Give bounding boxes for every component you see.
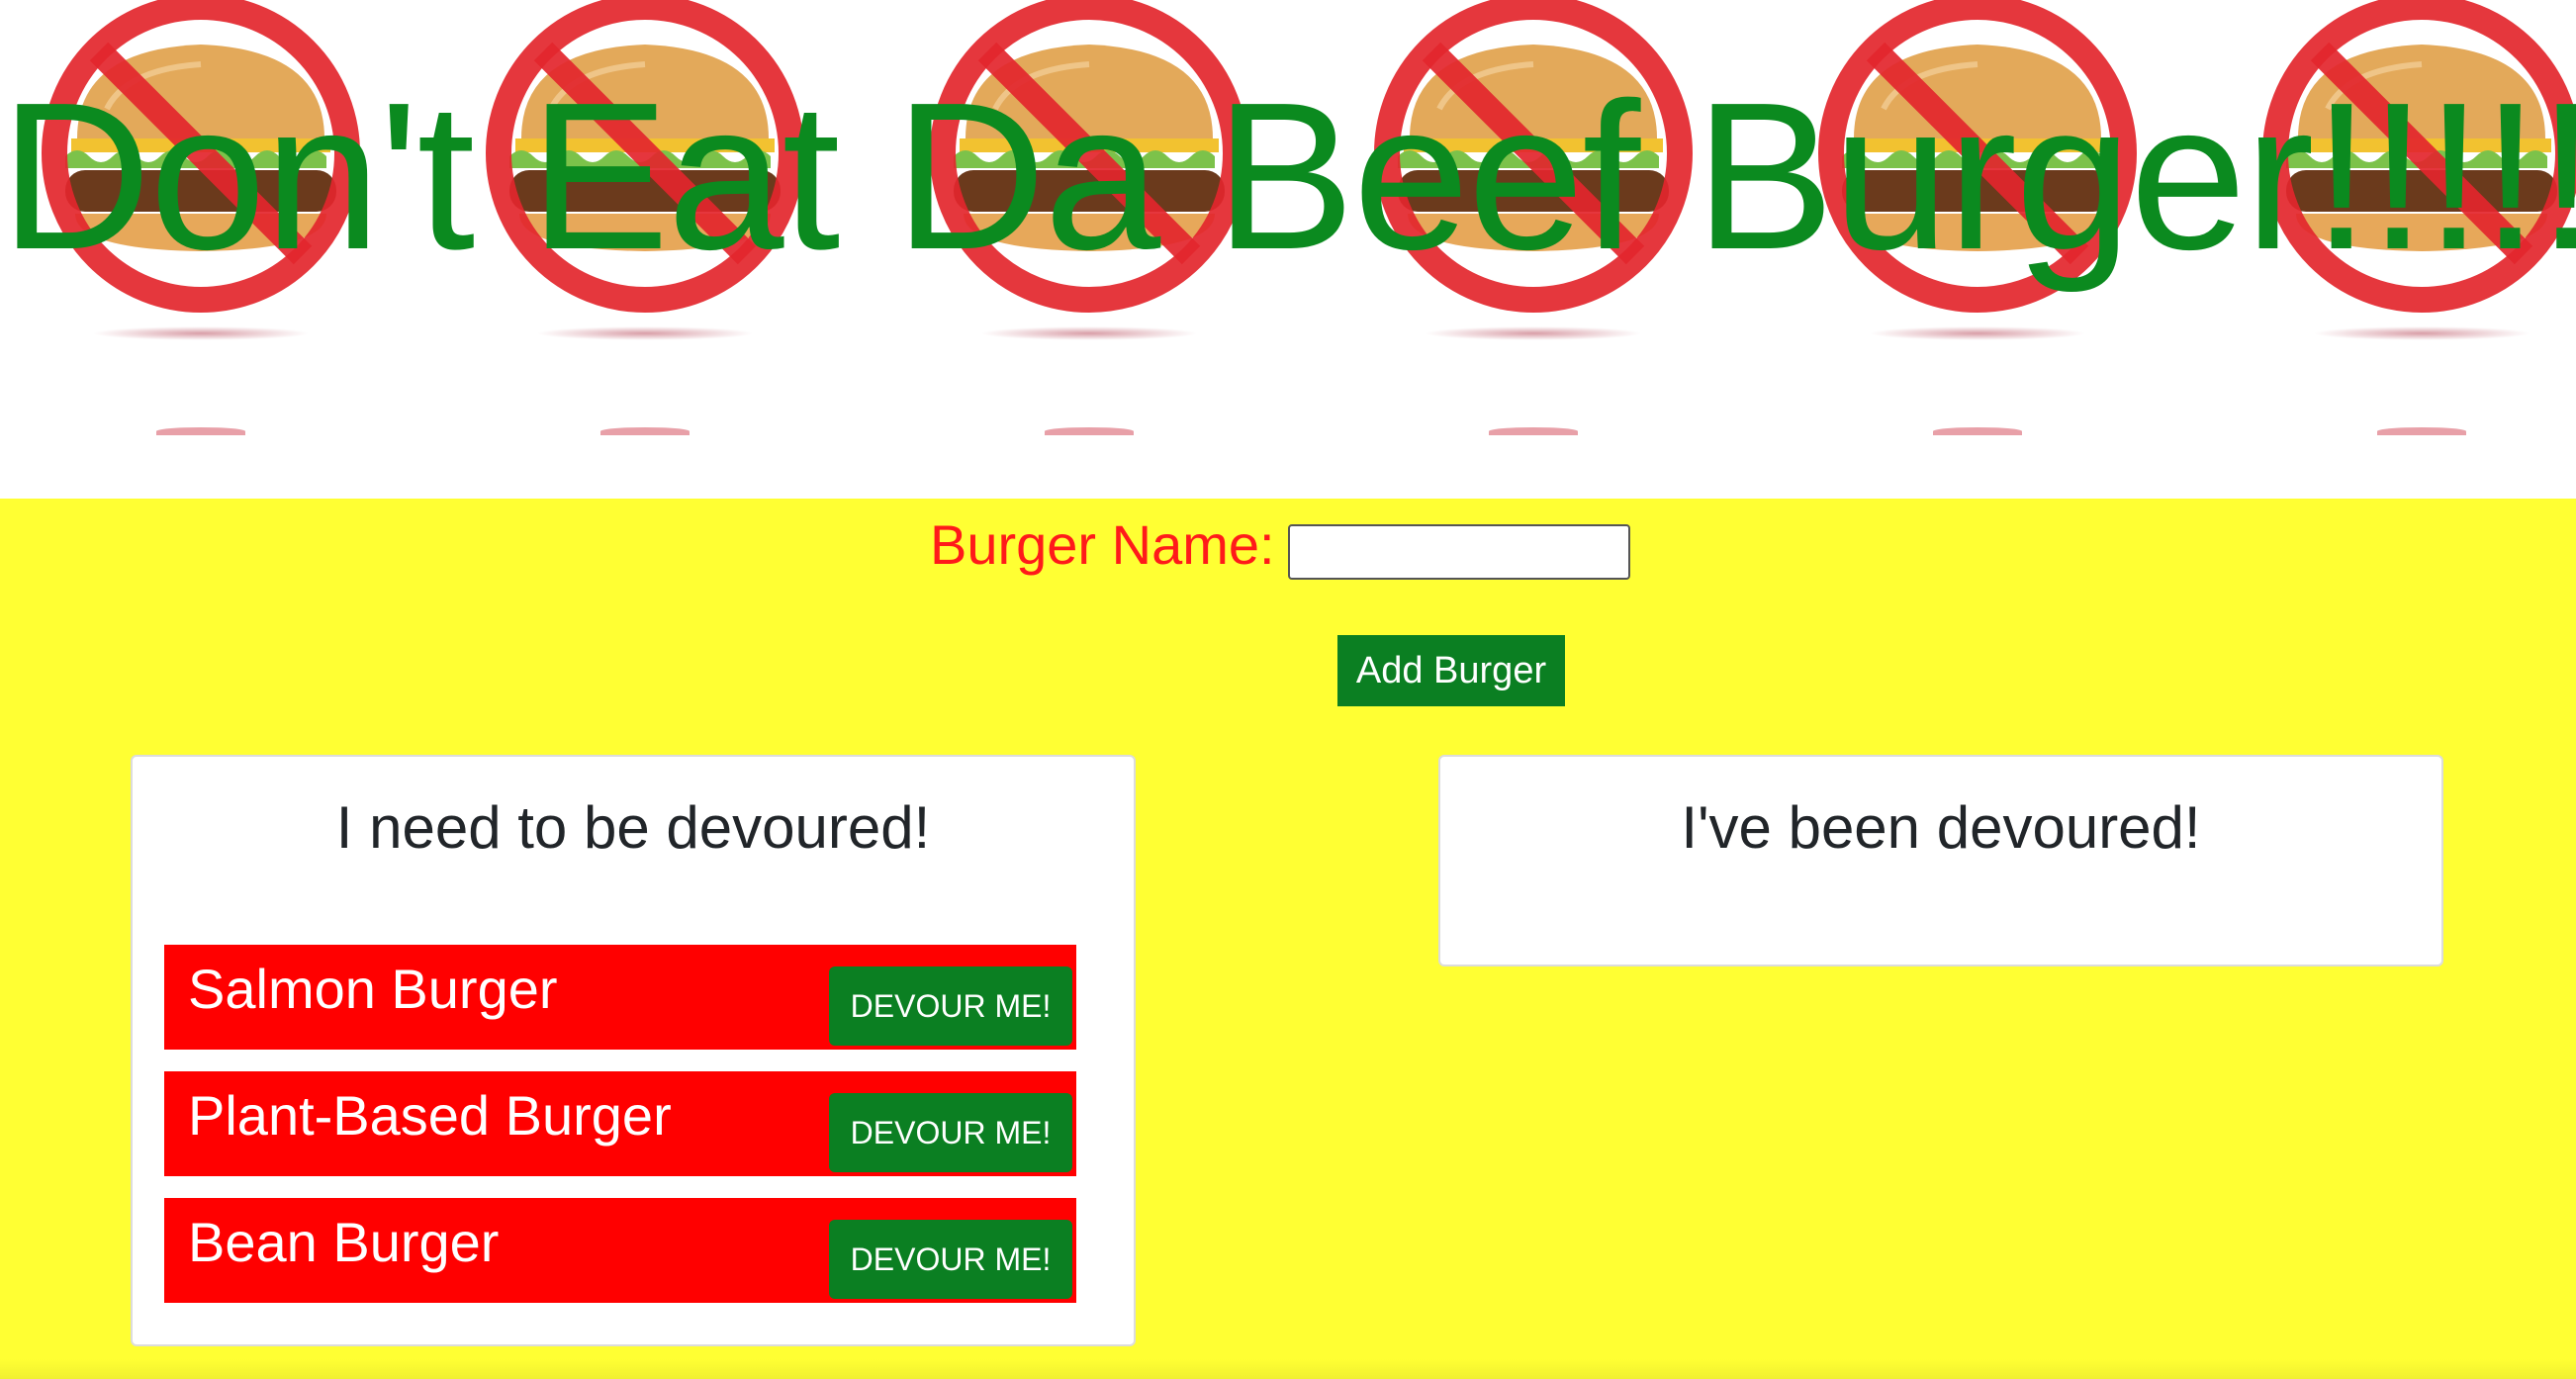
page-title: Don't Eat Da Beef Burger!!!!!! — [0, 58, 2576, 293]
burger-name-input[interactable] — [1288, 524, 1630, 580]
icon-shadow — [1489, 427, 1578, 435]
to-devour-heading: I need to be devoured! — [335, 794, 931, 861]
to-devour-list: Salmon Burger DEVOUR ME! Plant-Based Bur… — [164, 945, 1076, 1325]
devoured-card: I've been devoured! — [1438, 755, 2443, 966]
icon-shadow — [1869, 326, 2086, 340]
icon-shadow — [536, 326, 754, 340]
to-devour-card: I need to be devoured! Salmon Burger DEV… — [131, 755, 1136, 1346]
burger-form: Burger Name: — [0, 512, 2576, 584]
page-bottom-shade — [0, 1359, 2576, 1379]
icon-shadow — [92, 326, 310, 340]
devoured-heading: I've been devoured! — [1681, 794, 2201, 861]
icon-shadow — [1045, 427, 1134, 435]
icon-shadow — [156, 427, 245, 435]
devour-button[interactable]: DEVOUR ME! — [829, 1093, 1072, 1172]
burger-list-item: Salmon Burger DEVOUR ME! — [164, 945, 1076, 1050]
burger-list-item: Plant-Based Burger DEVOUR ME! — [164, 1071, 1076, 1176]
header-banner: Don't Eat Da Beef Burger!!!!!! — [0, 0, 2576, 499]
burger-list-item: Bean Burger DEVOUR ME! — [164, 1198, 1076, 1303]
icon-shadow — [2377, 427, 2466, 435]
burger-name: Plant-Based Burger — [188, 1084, 672, 1147]
icon-shadow — [600, 427, 690, 435]
devour-button[interactable]: DEVOUR ME! — [829, 1220, 1072, 1299]
add-burger-button[interactable]: Add Burger — [1337, 635, 1565, 706]
icon-shadow — [1425, 326, 1642, 340]
icon-shadow — [1933, 427, 2022, 435]
icon-shadow — [980, 326, 1198, 340]
burger-name: Bean Burger — [188, 1211, 500, 1273]
icon-shadow — [2313, 326, 2530, 340]
devour-button[interactable]: DEVOUR ME! — [829, 966, 1072, 1046]
burger-name-label: Burger Name: — [930, 513, 1275, 576]
burger-name: Salmon Burger — [188, 958, 558, 1020]
